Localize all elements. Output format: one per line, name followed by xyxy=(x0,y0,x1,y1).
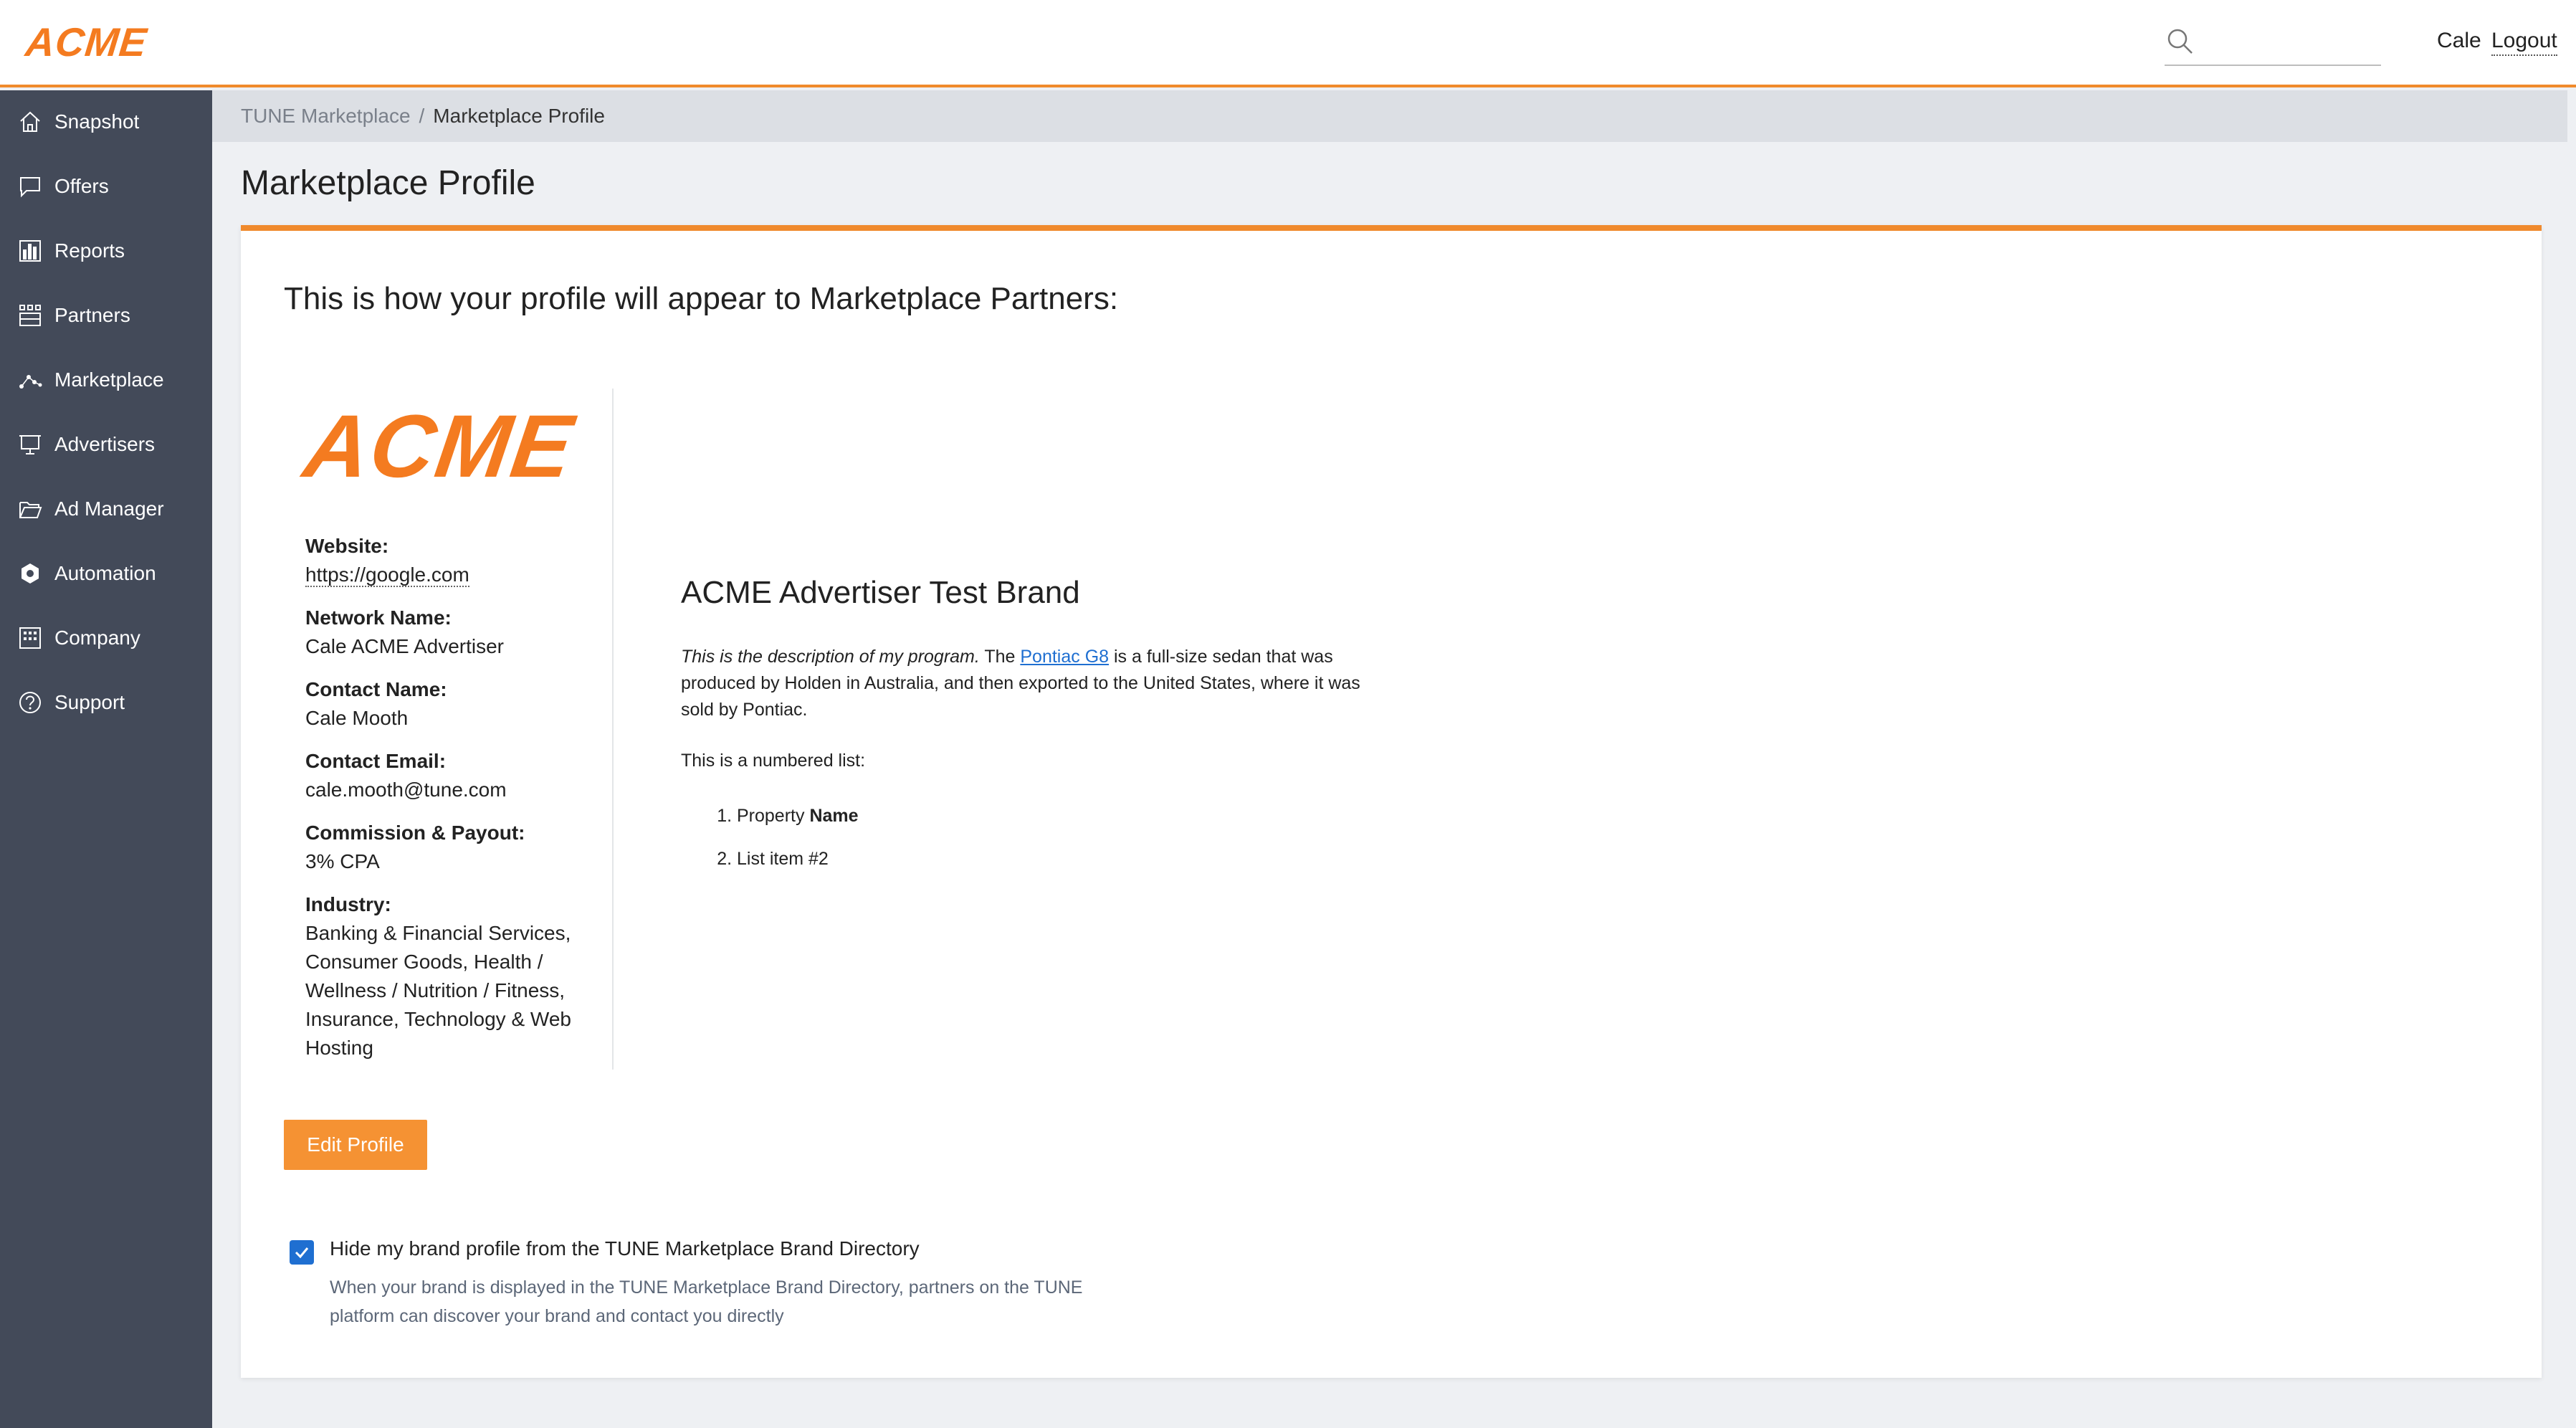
website-block: Website: https://google.com xyxy=(305,532,614,589)
network-block: Network Name: Cale ACME Advertiser xyxy=(305,604,614,661)
hide-profile-checkbox[interactable] xyxy=(290,1240,314,1265)
contact-block: Contact Name: Cale Mooth xyxy=(305,675,614,733)
commission-value: 3% CPA xyxy=(305,850,380,872)
network-value: Cale ACME Advertiser xyxy=(305,635,504,657)
email-value: cale.mooth@tune.com xyxy=(305,779,507,801)
profile-details: ACME Website: https://google.com Network… xyxy=(284,389,614,1070)
profile-card: This is how your profile will appear to … xyxy=(241,225,2542,1378)
desc-italic: This is the description of my program. xyxy=(681,647,980,667)
sidebar-item-automation[interactable]: Automation xyxy=(0,545,212,602)
sidebar-item-label: Offers xyxy=(54,175,109,197)
list-intro: This is a numbered list: xyxy=(681,751,866,771)
commission-block: Commission & Payout: 3% CPA xyxy=(305,819,614,876)
contact-label: Contact Name: xyxy=(305,678,447,700)
email-block: Contact Email: cale.mooth@tune.com xyxy=(305,747,614,804)
presentation-icon xyxy=(16,430,44,459)
commission-label: Commission & Payout: xyxy=(305,822,525,844)
edit-profile-button[interactable]: Edit Profile xyxy=(284,1120,427,1170)
bar-chart-icon xyxy=(16,237,44,265)
breadcrumb-separator: / xyxy=(419,105,425,127)
user-name-link[interactable]: Cale xyxy=(2437,29,2481,53)
desc-list-block: This is a numbered list: Property Name L… xyxy=(681,751,1383,870)
home-icon xyxy=(16,108,44,136)
industry-value: Banking & Financial Services, Consumer G… xyxy=(305,922,571,1059)
sidebar-item-offers[interactable]: Offers xyxy=(0,158,212,215)
sidebar-item-advertisers[interactable]: Advertisers xyxy=(0,416,212,473)
sidebar-item-partners[interactable]: Partners xyxy=(0,287,212,344)
network-icon xyxy=(16,366,44,394)
sidebar-item-label: Ad Manager xyxy=(54,498,164,520)
brand-logo: ACME xyxy=(298,397,580,496)
brand-desc-paragraph: This is the description of my program. T… xyxy=(681,644,1383,723)
search-icon xyxy=(2167,29,2193,54)
search-input[interactable] xyxy=(2205,26,2377,60)
breadcrumb-current: Marketplace Profile xyxy=(433,105,605,127)
help-icon xyxy=(16,688,44,717)
desc-pre: The xyxy=(979,647,1021,667)
website-label: Website: xyxy=(305,535,389,557)
sidebar-item-company[interactable]: Company xyxy=(0,609,212,667)
card-heading: This is how your profile will appear to … xyxy=(284,281,1119,316)
sidebar-item-label: Advertisers xyxy=(54,433,156,455)
sidebar-item-label: Company xyxy=(54,627,140,649)
sidebar-item-snapshot[interactable]: Snapshot xyxy=(0,93,212,151)
logout-link[interactable]: Logout xyxy=(2491,29,2557,56)
sidebar-item-label: Automation xyxy=(54,562,156,584)
sidebar-item-label: Marketplace xyxy=(54,368,164,391)
top-header: ACME Cale Logout xyxy=(0,0,2576,87)
sidebar: Snapshot Offers Reports Partners Marketp… xyxy=(0,90,212,1428)
contact-value: Cale Mooth xyxy=(305,707,409,729)
industry-block: Industry: Banking & Financial Services, … xyxy=(305,890,614,1062)
page-title: Marketplace Profile xyxy=(241,164,535,202)
list-item-text: Property xyxy=(737,806,810,826)
breadcrumb-parent-link[interactable]: TUNE Marketplace xyxy=(241,105,411,128)
building-icon xyxy=(16,624,44,652)
sidebar-item-ad-manager[interactable]: Ad Manager xyxy=(0,480,212,538)
automation-icon xyxy=(16,559,44,588)
network-label: Network Name: xyxy=(305,606,452,629)
sidebar-item-label: Partners xyxy=(54,304,130,326)
hide-profile-help: When your brand is displayed in the TUNE… xyxy=(330,1277,1083,1326)
brand-description: ACME Advertiser Test Brand This is the d… xyxy=(681,575,1383,890)
list-item: Property Name xyxy=(737,804,1383,827)
chat-icon xyxy=(16,172,44,201)
numbered-list: Property Name List item #2 xyxy=(737,804,1383,870)
folder-icon xyxy=(16,495,44,523)
brand-title: ACME Advertiser Test Brand xyxy=(681,575,1080,610)
list-item: List item #2 xyxy=(737,847,1383,870)
partners-icon xyxy=(16,301,44,330)
search-box[interactable] xyxy=(2165,22,2381,66)
sidebar-item-label: Support xyxy=(54,691,125,713)
hide-profile-label[interactable]: Hide my brand profile from the TUNE Mark… xyxy=(330,1237,920,1260)
sidebar-item-reports[interactable]: Reports xyxy=(0,222,212,280)
sidebar-item-label: Snapshot xyxy=(54,110,140,133)
industry-label: Industry: xyxy=(305,893,391,915)
checkmark-icon xyxy=(295,1247,309,1259)
sidebar-item-marketplace[interactable]: Marketplace xyxy=(0,351,212,409)
email-label: Contact Email: xyxy=(305,750,447,772)
breadcrumb: TUNE Marketplace / Marketplace Profile xyxy=(212,90,2567,142)
sidebar-item-label: Reports xyxy=(54,239,125,262)
list-item-bold: Name xyxy=(809,806,859,826)
website-link[interactable]: https://google.com xyxy=(305,563,469,587)
pontiac-link[interactable]: Pontiac G8 xyxy=(1020,647,1109,667)
sidebar-item-support[interactable]: Support xyxy=(0,674,212,731)
acme-logo[interactable]: ACME xyxy=(24,19,150,65)
